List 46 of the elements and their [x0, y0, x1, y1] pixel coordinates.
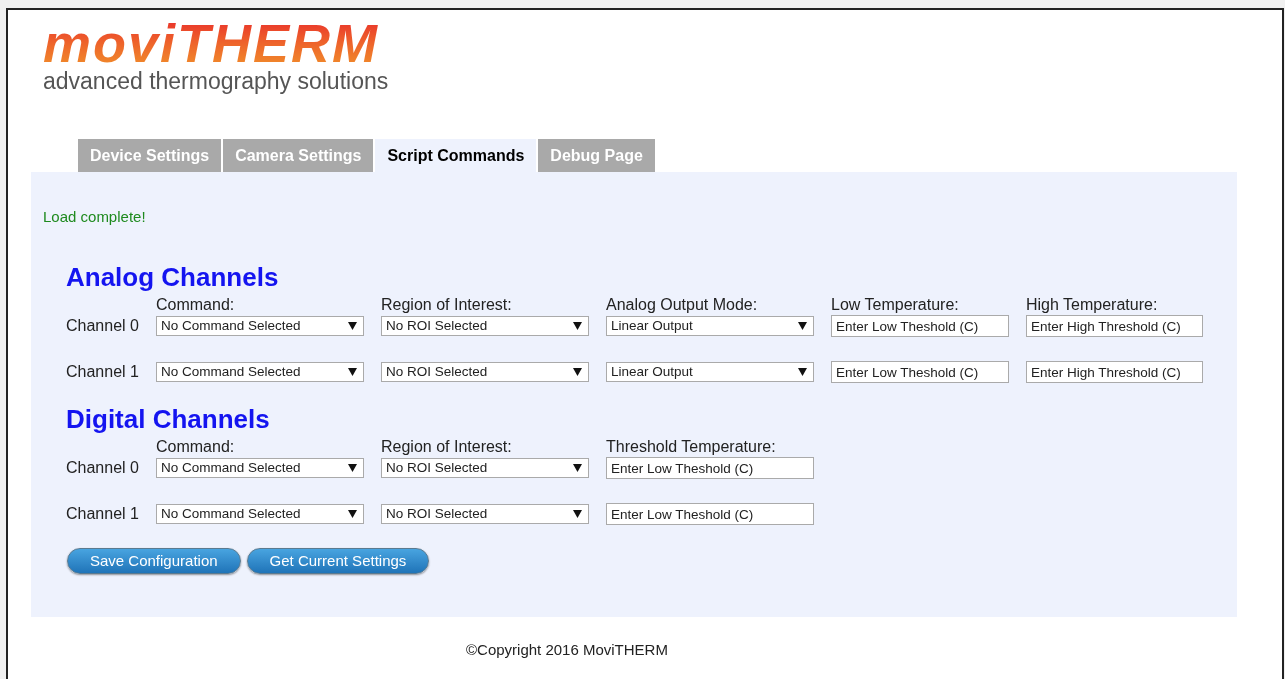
dropdown[interactable]: No ROI Selected: [381, 458, 589, 478]
input-field[interactable]: Enter High Threshold (C): [1026, 361, 1203, 383]
caret-icon: [348, 510, 357, 518]
channel-label: Channel 1: [66, 504, 139, 524]
dropdown[interactable]: Linear Output: [606, 362, 814, 382]
caret-icon: [573, 464, 582, 472]
dropdown[interactable]: Linear Output: [606, 316, 814, 336]
caret-icon: [798, 368, 807, 376]
channel-label: Channel 0: [66, 458, 139, 478]
column-label: Low Temperature:: [831, 296, 960, 314]
column-label: Command:: [156, 438, 236, 456]
dropdown[interactable]: No Command Selected: [156, 316, 364, 336]
caret-icon: [573, 322, 582, 330]
dropdown[interactable]: No ROI Selected: [381, 504, 589, 524]
column-label: Analog Output Mode:: [606, 296, 759, 314]
dropdown[interactable]: No Command Selected: [156, 458, 364, 478]
copyright-footer: ©Copyright 2016 MoviTHERM: [466, 639, 668, 662]
caret-icon: [348, 322, 357, 330]
tab[interactable]: Script Commands: [375, 139, 537, 172]
logo-tagline: advanced thermography solutions: [43, 68, 389, 94]
input-field[interactable]: Enter Low Theshold (C): [606, 503, 814, 525]
caret-icon: [348, 464, 357, 472]
caret-icon: [798, 322, 807, 330]
input-field[interactable]: Enter Low Theshold (C): [831, 315, 1009, 337]
dropdown[interactable]: No Command Selected: [156, 362, 364, 382]
column-label: Region of Interest:: [381, 296, 513, 314]
column-label: High Temperature:: [1026, 296, 1159, 314]
action-button[interactable]: Save Configuration: [67, 548, 241, 574]
section-heading: Analog Channels: [66, 262, 279, 292]
dropdown[interactable]: No ROI Selected: [381, 316, 589, 336]
section-heading: Digital Channels: [66, 404, 270, 434]
column-label: Threshold Temperature:: [606, 438, 777, 456]
dropdown[interactable]: No ROI Selected: [381, 362, 589, 382]
dropdown[interactable]: No Command Selected: [156, 504, 364, 524]
status-message: Load complete!: [43, 208, 147, 226]
channel-label: Channel 1: [66, 362, 139, 382]
caret-icon: [573, 510, 582, 518]
input-field[interactable]: Enter High Threshold (C): [1026, 315, 1203, 337]
caret-icon: [573, 368, 582, 376]
column-label: Command:: [156, 296, 236, 314]
action-button[interactable]: Get Current Settings: [246, 548, 430, 574]
input-field[interactable]: Enter Low Theshold (C): [831, 361, 1009, 383]
input-field[interactable]: Enter Low Theshold (C): [606, 457, 814, 479]
column-label: Region of Interest:: [381, 438, 513, 456]
caret-icon: [348, 368, 357, 376]
channel-label: Channel 0: [66, 316, 139, 336]
